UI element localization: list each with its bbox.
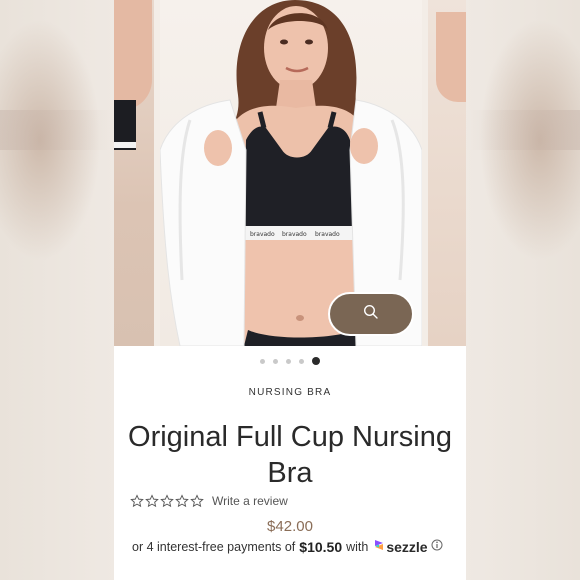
sezzle-wordmark: sezzle — [386, 538, 428, 555]
installments-prefix: or 4 interest-free payments of — [132, 539, 296, 554]
write-review-link[interactable]: Write a review — [212, 494, 288, 508]
sezzle-installments: or 4 interest-free payments of $10.50 wi… — [132, 538, 466, 555]
next-slide-preview[interactable] — [428, 0, 466, 346]
product-page: bravado bravado bravado NURSING BRA Orig… — [114, 0, 466, 580]
svg-text:bravado: bravado — [315, 231, 340, 238]
star-outline-icon — [145, 494, 159, 508]
image-carousel[interactable]: bravado bravado bravado — [114, 0, 466, 346]
product-price: $42.00 — [267, 518, 313, 535]
zoom-button[interactable] — [328, 292, 414, 336]
star-rating[interactable] — [130, 494, 204, 508]
carousel-dot-2[interactable] — [273, 359, 278, 364]
carousel-dot-5-active[interactable] — [312, 357, 320, 365]
info-icon[interactable] — [431, 539, 443, 554]
carousel-dot-3[interactable] — [286, 359, 291, 364]
sezzle-logo-icon — [372, 538, 386, 555]
installment-amount: $10.50 — [299, 538, 343, 555]
previous-slide-preview[interactable] — [114, 0, 154, 346]
sezzle-logo[interactable]: sezzle — [372, 538, 428, 555]
carousel-dot-4[interactable] — [299, 359, 304, 364]
carousel-pagination — [114, 357, 466, 365]
backdrop-band-left — [0, 110, 115, 150]
search-icon — [363, 304, 379, 325]
backdrop-band-right — [465, 110, 580, 150]
carousel-dot-1[interactable] — [260, 359, 265, 364]
star-outline-icon — [175, 494, 189, 508]
star-outline-icon — [160, 494, 174, 508]
product-category: NURSING BRA — [248, 387, 332, 398]
star-outline-icon — [190, 494, 204, 508]
rating-row: Write a review — [130, 494, 288, 508]
svg-text:bravado: bravado — [250, 231, 275, 238]
product-title: Original Full Cup Nursing Bra — [128, 421, 452, 490]
star-outline-icon — [130, 494, 144, 508]
installments-with: with — [346, 539, 369, 554]
svg-text:bravado: bravado — [282, 231, 307, 238]
